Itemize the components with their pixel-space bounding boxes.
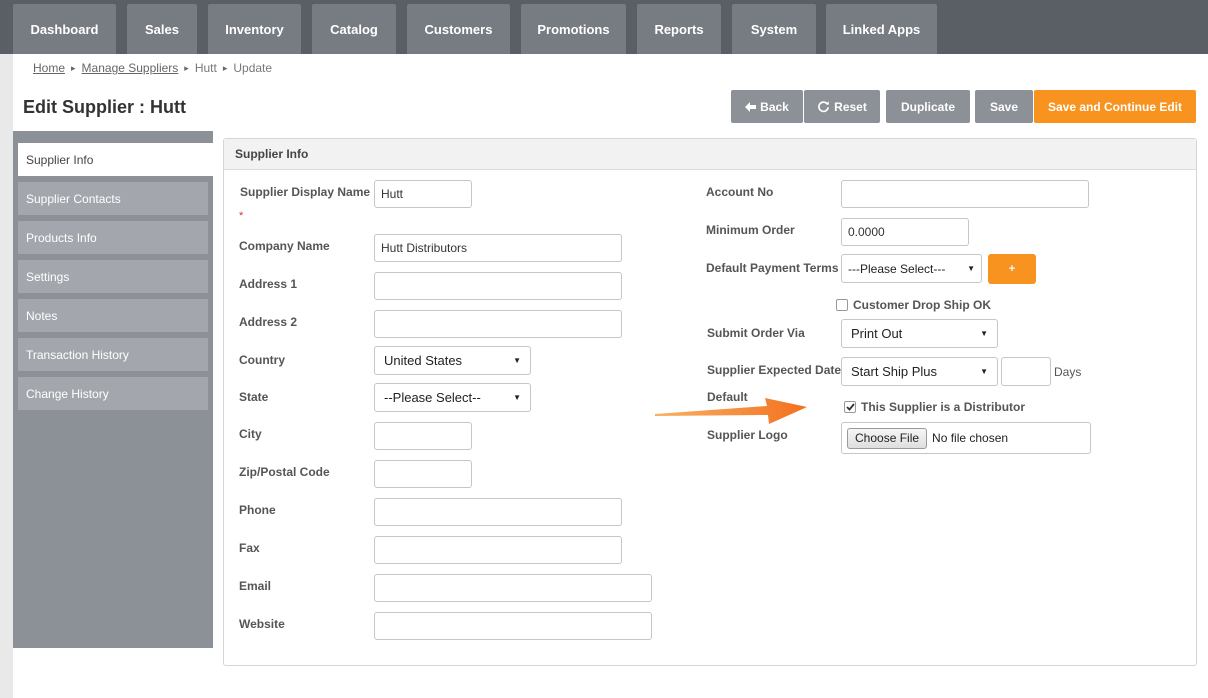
duplicate-button[interactable]: Duplicate xyxy=(886,90,970,123)
breadcrumb-home[interactable]: Home xyxy=(33,61,65,75)
reset-button[interactable]: Reset xyxy=(804,90,880,123)
payment-terms-select[interactable]: ---Please Select--- ▼ xyxy=(841,254,982,283)
nav-tab-sales[interactable]: Sales xyxy=(127,4,197,54)
address1-input[interactable] xyxy=(374,272,622,300)
country-select[interactable]: United States ▼ xyxy=(374,346,531,375)
breadcrumb-current: Update xyxy=(233,61,273,75)
display-name-label: Supplier Display Name xyxy=(240,185,371,199)
company-name-input[interactable]: Hutt Distributors xyxy=(374,234,622,262)
sidebar-item-change-history[interactable]: Change History xyxy=(18,377,208,410)
display-name-input[interactable]: Hutt xyxy=(374,180,472,208)
reset-button-label: Reset xyxy=(834,99,867,114)
page-title: Edit Supplier : Hutt xyxy=(23,97,186,117)
back-button-label: Back xyxy=(760,99,789,114)
zip-label: Zip/Postal Code xyxy=(239,465,330,479)
caret-down-icon: ▼ xyxy=(980,329,988,338)
supplier-logo-file-input: Choose File No file chosen xyxy=(841,422,1091,454)
company-name-label: Company Name xyxy=(239,239,330,253)
phone-input[interactable] xyxy=(374,498,622,526)
email-input[interactable] xyxy=(374,574,652,602)
breadcrumb-manage-suppliers[interactable]: Manage Suppliers xyxy=(82,61,179,75)
caret-down-icon: ▼ xyxy=(513,356,521,365)
country-label: Country xyxy=(239,353,285,367)
nav-tab-inventory[interactable]: Inventory xyxy=(208,4,301,54)
caret-down-icon: ▼ xyxy=(967,264,975,273)
sidebar-item-settings[interactable]: Settings xyxy=(18,260,208,293)
city-label: City xyxy=(239,427,262,441)
breadcrumb-separator-icon: ▸ xyxy=(71,62,76,73)
minimum-order-label: Minimum Order xyxy=(706,223,795,237)
nav-tab-catalog[interactable]: Catalog xyxy=(312,4,396,54)
nav-tab-system[interactable]: System xyxy=(732,4,816,54)
distributor-label: This Supplier is a Distributor xyxy=(861,400,1026,414)
caret-down-icon: ▼ xyxy=(980,367,988,376)
refresh-icon xyxy=(818,101,830,113)
drop-ship-checkbox[interactable] xyxy=(836,299,848,311)
arrow-left-icon xyxy=(745,101,757,112)
add-payment-term-button[interactable]: + xyxy=(988,254,1036,284)
address1-label: Address 1 xyxy=(239,277,298,291)
city-input[interactable] xyxy=(374,422,472,450)
zip-input[interactable] xyxy=(374,460,472,488)
submit-order-via-value: Print Out xyxy=(851,326,903,341)
sidebar: Supplier Info Supplier Contacts Products… xyxy=(13,131,213,648)
country-select-value: United States xyxy=(384,353,463,368)
expected-date-value: Start Ship Plus xyxy=(851,364,937,379)
breadcrumb-separator-icon: ▸ xyxy=(184,62,189,73)
nav-tab-linked-apps[interactable]: Linked Apps xyxy=(826,4,937,54)
website-input[interactable] xyxy=(374,612,652,640)
save-button[interactable]: Save xyxy=(975,90,1033,123)
checkmark-icon xyxy=(845,403,855,411)
sidebar-item-transaction-history[interactable]: Transaction History xyxy=(18,338,208,371)
submit-order-via-select[interactable]: Print Out ▼ xyxy=(841,319,998,348)
minimum-order-input[interactable]: 0.0000 xyxy=(841,218,969,246)
top-navigation: Dashboard Sales Inventory Catalog Custom… xyxy=(0,0,1208,54)
fax-input[interactable] xyxy=(374,536,622,564)
panel-title: Supplier Info xyxy=(224,139,1196,170)
phone-label: Phone xyxy=(239,503,276,517)
sidebar-item-products-info[interactable]: Products Info xyxy=(18,221,208,254)
expected-date-label: Supplier Expected Date xyxy=(707,363,842,377)
breadcrumb: Home ▸ Manage Suppliers ▸ Hutt ▸ Update xyxy=(33,61,272,75)
account-no-label: Account No xyxy=(706,185,774,199)
breadcrumb-supplier: Hutt xyxy=(194,61,217,75)
nav-tab-promotions[interactable]: Promotions xyxy=(521,4,626,54)
sidebar-item-notes[interactable]: Notes xyxy=(18,299,208,332)
state-select-value: --Please Select-- xyxy=(384,390,481,405)
save-and-continue-button[interactable]: Save and Continue Edit xyxy=(1034,90,1196,123)
fax-label: Fax xyxy=(239,541,260,555)
state-label: State xyxy=(239,390,269,404)
days-label: Days xyxy=(1054,365,1082,379)
address2-label: Address 2 xyxy=(239,315,298,329)
payment-terms-value: ---Please Select--- xyxy=(848,261,946,276)
nav-tab-dashboard[interactable]: Dashboard xyxy=(13,4,116,54)
expected-date-select[interactable]: Start Ship Plus ▼ xyxy=(841,357,998,386)
address2-input[interactable] xyxy=(374,310,622,338)
website-label: Website xyxy=(239,617,285,631)
sidebar-item-supplier-info[interactable]: Supplier Info xyxy=(18,143,213,176)
sidebar-item-supplier-contacts[interactable]: Supplier Contacts xyxy=(18,182,208,215)
nav-tab-reports[interactable]: Reports xyxy=(637,4,721,54)
email-label: Email xyxy=(239,579,272,593)
caret-down-icon: ▼ xyxy=(513,393,521,402)
drop-ship-label: Customer Drop Ship OK xyxy=(853,298,992,312)
page-canvas: Home ▸ Manage Suppliers ▸ Hutt ▸ Update … xyxy=(13,54,1208,698)
choose-file-button[interactable]: Choose File xyxy=(847,427,928,449)
account-no-input[interactable] xyxy=(841,180,1089,208)
no-file-chosen-text: No file chosen xyxy=(932,431,1009,445)
annotation-arrow-icon xyxy=(655,398,807,424)
expected-days-input[interactable] xyxy=(1001,357,1051,386)
breadcrumb-separator-icon: ▸ xyxy=(222,62,228,73)
back-button[interactable]: Back xyxy=(731,90,803,123)
nav-tab-customers[interactable]: Customers xyxy=(407,4,510,54)
required-marker: * xyxy=(239,210,244,222)
state-select[interactable]: --Please Select-- ▼ xyxy=(374,383,531,412)
distributor-checkbox[interactable] xyxy=(844,401,856,413)
submit-order-via-label: Submit Order Via xyxy=(707,326,805,340)
payment-terms-label: Default Payment Terms xyxy=(706,261,839,275)
